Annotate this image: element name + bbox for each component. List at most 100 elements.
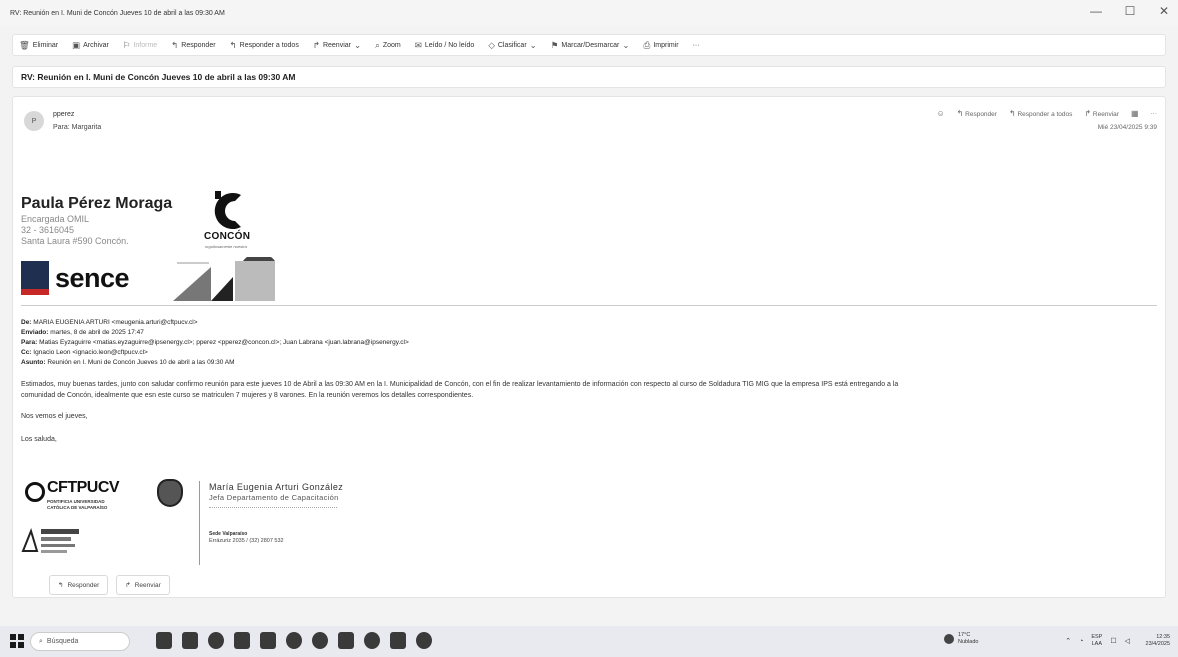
search-icon: ⌕	[39, 637, 43, 645]
bottom-reply-label: Responder	[67, 581, 100, 589]
delete-button[interactable]: 🗑 Eliminar	[19, 40, 58, 51]
archive-button[interactable]: ▣ Archivar	[72, 40, 109, 51]
fwd-cc: Cc: Ignacio Leon <ignacio.leon@cftpucv.c…	[21, 349, 148, 356]
print-button[interactable]: ⎙ Imprimir	[644, 40, 679, 51]
taskbar-clock[interactable]: 12:35 23/4/2025	[1146, 634, 1170, 648]
taskbar-search[interactable]: ⌕ Búsqueda	[30, 632, 130, 651]
body-closing-1: Nos vemos el jueves,	[21, 413, 88, 420]
edge-app-icon[interactable]	[286, 632, 302, 649]
flag-label: Marcar/Desmarcar	[561, 41, 620, 49]
body-line-1: Estimados, muy buenas tardes, junto con …	[21, 381, 899, 388]
mail-app-icon[interactable]	[390, 632, 406, 649]
cftpucv-logo: CFTPUCV PONTIFICIA UNIVERSIDAD CATÓLICA …	[21, 479, 191, 529]
sender-name[interactable]: pperez	[53, 111, 74, 118]
signature-dotted-line	[209, 507, 337, 508]
archive-label: Archivar	[83, 41, 109, 49]
bottom-forward-button[interactable]: ↱ Reenviar	[116, 575, 170, 595]
read-unread-label: Leído / No leído	[424, 41, 475, 49]
delete-label: Eliminar	[32, 41, 59, 49]
zoom-icon: ⌕	[375, 39, 380, 50]
concon-tagline: orgullosamente nuestra	[205, 244, 247, 249]
fwd-subject-label: Asunto:	[21, 359, 46, 366]
store-app-icon[interactable]	[260, 632, 276, 649]
message-pane: P pperez Para: Margarita ☺ ↰ Responder ↰…	[12, 96, 1166, 598]
minimize-button[interactable]: —	[1088, 4, 1104, 18]
signature-role: Encargada OMIL	[21, 214, 90, 224]
bottom-reply-button[interactable]: ↰ Responder	[49, 575, 109, 595]
settings-app-icon[interactable]	[416, 632, 432, 649]
cna-accreditation-logo-icon	[21, 527, 79, 553]
start-button[interactable]	[10, 634, 24, 648]
widgets-app-icon[interactable]	[156, 632, 172, 649]
reply-all-icon: ↰	[229, 39, 237, 50]
reply-button[interactable]: ↰ Responder	[171, 40, 215, 51]
university-crest-icon	[157, 479, 183, 507]
more-button[interactable]: ···	[693, 42, 700, 49]
browser-app-icon[interactable]	[312, 632, 328, 649]
fwd-sent: Enviado: martes, 8 de abril de 2025 17:4…	[21, 329, 144, 336]
chrome-app-icon[interactable]	[208, 632, 224, 649]
signature-name: Paula Pérez Moraga	[21, 195, 173, 212]
body-line-2: comunidad de Concón, idealmente que esn …	[21, 392, 474, 399]
apps-icon[interactable]: ▦	[1131, 109, 1139, 118]
window-title: RV: Reunión en I. Muni de Concón Jueves …	[10, 9, 225, 17]
inline-forward-button[interactable]: ↱ Reenviar	[1084, 109, 1119, 118]
classify-label: Clasificar	[497, 41, 527, 49]
taskbar-apps	[156, 632, 432, 649]
wifi-icon[interactable]: ☐	[1110, 637, 1116, 645]
chevron-down-icon: ⌄	[353, 39, 362, 50]
flag-button[interactable]: ⚑ Marcar/Desmarcar ⌄	[551, 40, 630, 51]
archive-icon: ▣	[72, 39, 81, 50]
language-indicator[interactable]: ESP LAA	[1091, 634, 1102, 648]
sence-logo: sence	[21, 261, 161, 301]
reply-all-button[interactable]: ↰ Responder a todos	[230, 40, 299, 51]
more-label: ···	[692, 41, 700, 49]
avatar[interactable]: P	[24, 111, 44, 131]
message-date: Mié 23/04/2025 9:39	[1097, 124, 1157, 131]
body-closing-2: Los saluda,	[21, 436, 57, 443]
signature-phone: 32 - 3616045	[21, 225, 75, 235]
classify-button[interactable]: ◇ Clasificar ⌄	[488, 40, 536, 51]
maximize-button[interactable]: ☐	[1122, 4, 1138, 18]
weather-desc: Nublado	[958, 639, 979, 645]
taskview-app-icon[interactable]	[182, 632, 198, 649]
lang-top: ESP	[1091, 634, 1103, 640]
print-icon: ⎙	[643, 39, 651, 50]
system-tray: ⌃ ◔ ESP LAA ☐ ◁	[1065, 634, 1130, 648]
record-app-icon[interactable]	[364, 632, 380, 649]
chile-gov-flag-icon	[21, 261, 49, 295]
read-unread-button[interactable]: ✉ Leído / No leído	[415, 40, 475, 51]
photos-app-icon[interactable]	[338, 632, 354, 649]
report-button[interactable]: ⚐ Informe	[123, 40, 157, 51]
volume-icon[interactable]: ◁	[1125, 637, 1130, 645]
sender2-role: Jefa Departamento de Capacitación	[209, 493, 339, 502]
fwd-sent-value: martes, 8 de abril de 2025 17:47	[50, 329, 144, 336]
chevron-up-icon[interactable]: ⌃	[1065, 637, 1071, 645]
chevron-down-icon: ⌄	[529, 39, 537, 50]
inline-reply-all-label: Responder a todos	[1017, 111, 1073, 118]
recipient-line: Para: Margarita	[53, 124, 102, 131]
inline-reply-button[interactable]: ↰ Responder	[957, 109, 997, 118]
emoji-icon[interactable]: ☺	[936, 109, 944, 118]
weather-widget[interactable]: 17°C Nublado	[944, 632, 979, 646]
fwd-subject: Asunto: Reunión en I. Muni de Concón Jue…	[21, 359, 235, 366]
concon-logo-text: CONCÓN	[204, 231, 251, 242]
fwd-from-value: MARIA EUGENIA ARTURI <meugenia.arturi@cf…	[33, 319, 198, 326]
zoom-button[interactable]: ⌕ Zoom	[375, 40, 401, 51]
files-app-icon[interactable]	[234, 632, 250, 649]
inline-more-button[interactable]: ···	[1151, 110, 1158, 117]
trash-icon: 🗑	[19, 39, 30, 50]
fwd-to-value: Matias Eyzaguirre <matias.eyzaguirre@ips…	[39, 339, 409, 346]
clock-time: 12:35	[1156, 634, 1170, 640]
fwd-to: Para: Matias Eyzaguirre <matias.eyzaguir…	[21, 339, 409, 346]
cftpucv-logo-text: CFTPUCV	[47, 479, 120, 496]
forward-button[interactable]: ↱ Reenviar ⌄	[313, 40, 361, 51]
sede-name: Sede Valparaíso	[209, 531, 248, 537]
network-icon[interactable]: ◔	[1079, 638, 1083, 645]
bottom-forward-label: Reenviar	[134, 581, 161, 589]
close-button[interactable]: ✕	[1156, 4, 1172, 18]
inline-reply-all-button[interactable]: ↰ Responder a todos	[1009, 109, 1072, 118]
reply-all-label: Responder a todos	[239, 41, 299, 49]
sede-address: Errázuriz 2035 / (32) 2807 532	[209, 538, 284, 544]
flag-icon: ⚑	[550, 39, 559, 50]
